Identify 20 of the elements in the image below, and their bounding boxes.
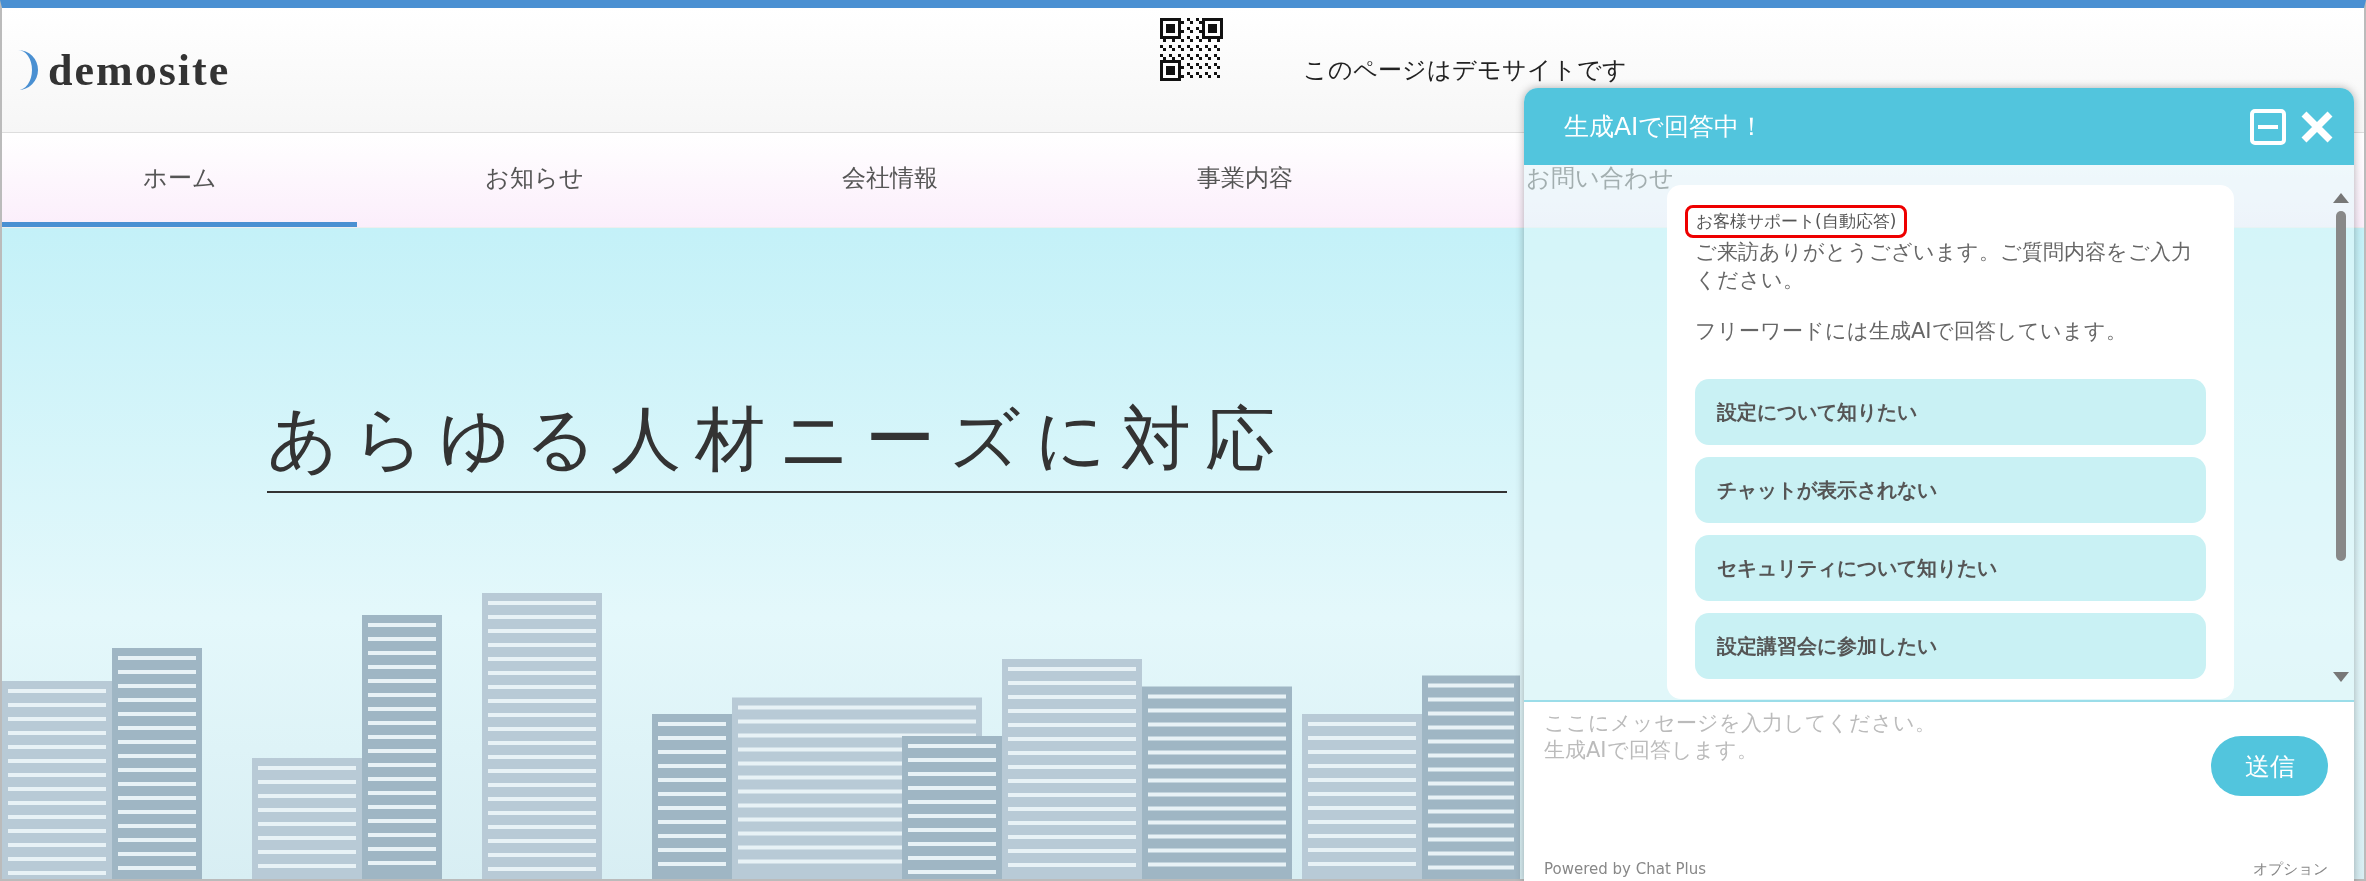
quick-reply-button[interactable]: セキュリティについて知りたい [1695, 535, 2206, 602]
qr-code-icon [1160, 18, 1224, 81]
chat-title: 生成AIで回答中！ [1564, 111, 1766, 143]
quick-reply-button[interactable]: チャットが表示されない [1695, 457, 2206, 524]
minimize-button[interactable] [2250, 108, 2286, 145]
hero-headline: あらゆる人材ニーズに対応 [267, 393, 1507, 493]
nav-tab[interactable]: 会社情報 [712, 133, 1067, 227]
demo-notice: このページはデモサイトです [1303, 55, 1628, 86]
message-input-area[interactable]: ここにメッセージを入力してください。生成AIで回答します。 送信 Powered by Chat Plus オプション [1524, 700, 2354, 881]
chat-message: フリーワードには生成AIで回答しています。 [1695, 317, 2127, 345]
options-link[interactable]: オプション [2253, 860, 2328, 879]
chat-message: ご来訪ありがとうございます。ご質問内容をご入力ください。 [1695, 239, 2193, 295]
nav-tab[interactable]: 事業内容 [1067, 133, 1422, 227]
site-logo[interactable]: demosite [48, 44, 231, 96]
quick-reply-button[interactable]: 設定について知りたい [1695, 379, 2206, 446]
close-button[interactable] [2300, 109, 2334, 144]
quick-reply-button[interactable]: 設定講習会に参加したい [1695, 613, 2206, 680]
sender-label: お客様サポート(自動応答) [1685, 205, 1908, 238]
powered-by-text: Powered by Chat Plus [1544, 860, 1707, 879]
nav-tab[interactable]: お知らせ [357, 133, 712, 227]
